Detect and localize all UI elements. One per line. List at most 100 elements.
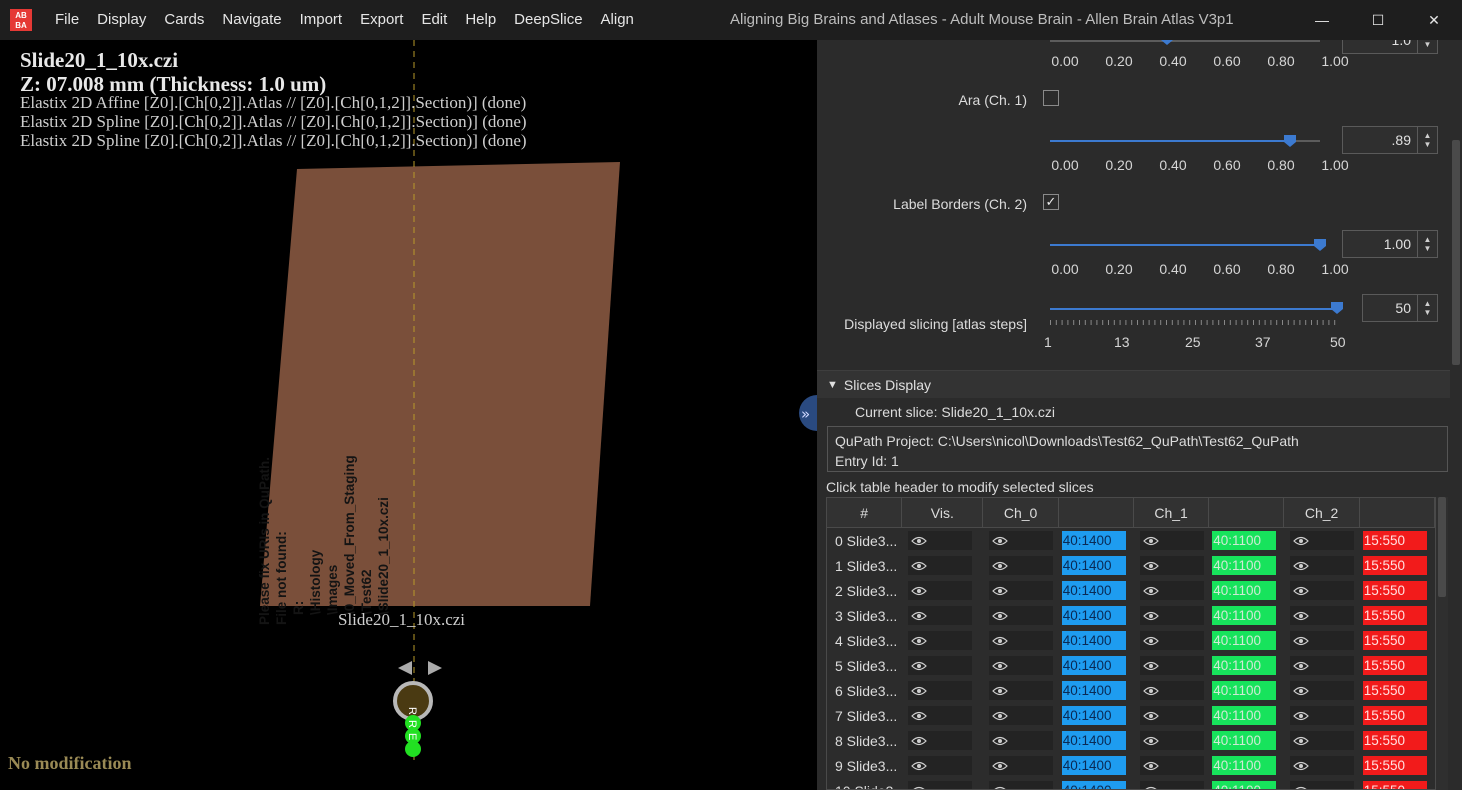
display-range-cell[interactable]: 40:1400 [1059, 778, 1134, 789]
maximize-button[interactable]: ☐ [1350, 0, 1406, 40]
visibility-cell[interactable] [902, 728, 983, 753]
display-range-cell[interactable]: 40:1100 [1209, 778, 1284, 789]
visibility-cell[interactable] [902, 553, 983, 578]
visibility-cell[interactable] [1284, 678, 1359, 703]
table-row[interactable]: 1 Slide3... 40:1400 40:1100 15:550 [827, 553, 1435, 578]
menu-align[interactable]: Align [592, 0, 643, 40]
display-range-cell[interactable]: 40:1400 [1059, 528, 1134, 553]
column-header[interactable]: Ch_2 [1284, 498, 1360, 527]
display-range-cell[interactable]: 40:1100 [1209, 753, 1284, 778]
eye-icon[interactable] [1139, 556, 1204, 575]
display-range-cell[interactable]: 40:1400 [1059, 603, 1134, 628]
ara-opacity-spinner[interactable]: .89 ▲ ▼ [1342, 126, 1438, 154]
display-range-cell[interactable]: 15:550 [1360, 778, 1435, 789]
eye-icon[interactable] [1139, 606, 1204, 625]
visibility-cell[interactable] [1134, 603, 1209, 628]
display-range-value[interactable]: 40:1400 [1061, 531, 1126, 550]
eye-icon[interactable] [989, 781, 1054, 789]
column-header[interactable] [1059, 498, 1134, 527]
display-range-value[interactable]: 40:1100 [1212, 731, 1277, 750]
display-range-value[interactable]: 15:550 [1362, 581, 1427, 600]
visibility-cell[interactable] [1284, 528, 1359, 553]
eye-icon[interactable] [1290, 781, 1355, 789]
menu-display[interactable]: Display [88, 0, 155, 40]
visibility-cell[interactable] [1134, 703, 1209, 728]
slice-viewer[interactable]: R R E Slide20_1_10x.czi Z: 07.008 mm (Th… [0, 40, 817, 790]
slice-name-cell[interactable]: 0 Slide3... [827, 528, 902, 553]
display-range-value[interactable]: 40:1400 [1061, 756, 1126, 775]
previous-arrow-icon[interactable] [398, 661, 412, 675]
table-row[interactable]: 6 Slide3... 40:1400 40:1100 15:550 [827, 678, 1435, 703]
menu-file[interactable]: File [46, 0, 88, 40]
visibility-cell[interactable] [902, 778, 983, 789]
visibility-cell[interactable] [983, 753, 1058, 778]
visibility-cell[interactable] [1284, 703, 1359, 728]
next-arrow-icon[interactable] [428, 661, 442, 675]
eye-icon[interactable] [1139, 581, 1204, 600]
slicing-spinner-value[interactable]: 50 [1363, 300, 1417, 316]
display-range-value[interactable]: 40:1400 [1061, 556, 1126, 575]
slice-name-cell[interactable]: 1 Slide3... [827, 553, 902, 578]
slice-name-cell[interactable]: 4 Slide3... [827, 628, 902, 653]
menu-edit[interactable]: Edit [412, 0, 456, 40]
slice-name-cell[interactable]: 3 Slide3... [827, 603, 902, 628]
table-row[interactable]: 9 Slide3... 40:1400 40:1100 15:550 [827, 753, 1435, 778]
table-row[interactable]: 0 Slide3... 40:1400 40:1100 15:550 [827, 528, 1435, 553]
visibility-cell[interactable] [1134, 653, 1209, 678]
label-borders-slider-thumb[interactable] [1313, 238, 1327, 252]
visibility-cell[interactable] [1284, 778, 1359, 789]
slider-thumb[interactable] [1160, 40, 1174, 46]
ara-checkbox[interactable] [1043, 90, 1059, 106]
visibility-cell[interactable] [1134, 578, 1209, 603]
column-header[interactable] [1360, 498, 1435, 527]
top-opacity-spinner[interactable]: 1.0 ▲▼ [1342, 40, 1438, 54]
eye-icon[interactable] [1290, 681, 1355, 700]
display-range-value[interactable]: 15:550 [1362, 556, 1427, 575]
display-range-cell[interactable]: 40:1100 [1209, 528, 1284, 553]
display-range-value[interactable]: 40:1100 [1212, 656, 1277, 675]
display-range-value[interactable]: 15:550 [1362, 631, 1427, 650]
eye-icon[interactable] [1139, 781, 1204, 789]
column-header[interactable] [1209, 498, 1285, 527]
eye-icon[interactable] [989, 656, 1054, 675]
display-range-cell[interactable]: 40:1400 [1059, 703, 1134, 728]
display-range-cell[interactable]: 15:550 [1360, 653, 1435, 678]
visibility-cell[interactable] [983, 553, 1058, 578]
eye-icon[interactable] [989, 556, 1054, 575]
eye-icon[interactable] [989, 531, 1054, 550]
table-row[interactable]: 5 Slide3... 40:1400 40:1100 15:550 [827, 653, 1435, 678]
eye-icon[interactable] [1290, 581, 1355, 600]
visibility-cell[interactable] [983, 653, 1058, 678]
menu-navigate[interactable]: Navigate [213, 0, 290, 40]
slice-name-cell[interactable]: 6 Slide3... [827, 678, 902, 703]
table-row[interactable]: 7 Slide3... 40:1400 40:1100 15:550 [827, 703, 1435, 728]
slice-name-cell[interactable]: 9 Slide3... [827, 753, 902, 778]
label-borders-opacity-spinner[interactable]: 1.00 ▲ ▼ [1342, 230, 1438, 258]
eye-icon[interactable] [989, 581, 1054, 600]
column-header[interactable]: Vis. [902, 498, 984, 527]
display-range-value[interactable]: 40:1100 [1212, 681, 1277, 700]
visibility-cell[interactable] [1284, 653, 1359, 678]
spinner-arrows-icon[interactable]: ▲▼ [1417, 231, 1437, 257]
display-range-cell[interactable]: 15:550 [1360, 678, 1435, 703]
eye-icon[interactable] [908, 656, 973, 675]
display-range-cell[interactable]: 40:1400 [1059, 653, 1134, 678]
visibility-cell[interactable] [902, 578, 983, 603]
ara-spinner-value[interactable]: .89 [1343, 132, 1417, 148]
close-button[interactable]: ✕ [1406, 0, 1462, 40]
table-scrollbar[interactable] [1436, 497, 1448, 790]
eye-icon[interactable] [908, 756, 973, 775]
menu-export[interactable]: Export [351, 0, 412, 40]
spinner-arrows-icon[interactable]: ▲▼ [1417, 295, 1437, 321]
slice-name-cell[interactable]: 2 Slide3... [827, 578, 902, 603]
display-range-value[interactable]: 15:550 [1362, 606, 1427, 625]
column-header[interactable]: Ch_0 [983, 498, 1059, 527]
ara-slider-thumb[interactable] [1283, 134, 1297, 148]
display-range-cell[interactable]: 40:1400 [1059, 728, 1134, 753]
display-range-cell[interactable]: 40:1400 [1059, 628, 1134, 653]
visibility-cell[interactable] [983, 578, 1058, 603]
eye-icon[interactable] [908, 581, 973, 600]
display-range-value[interactable]: 40:1100 [1212, 781, 1277, 789]
visibility-cell[interactable] [1134, 778, 1209, 789]
eye-icon[interactable] [1290, 656, 1355, 675]
